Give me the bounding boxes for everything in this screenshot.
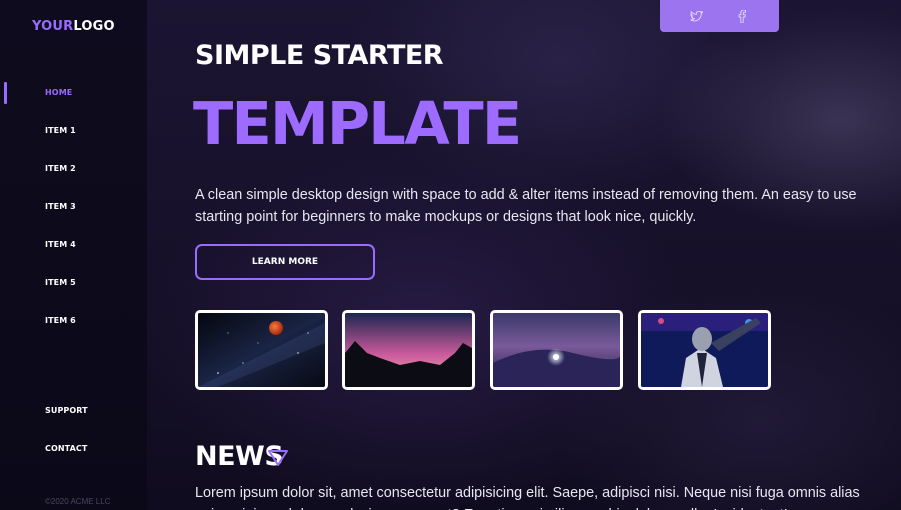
nav-item-home[interactable]: HOME — [45, 88, 72, 97]
chevron-down-icon[interactable] — [267, 449, 289, 467]
snow-night-thumbnail[interactable] — [490, 310, 623, 390]
logo[interactable]: YOURLOGO — [32, 19, 115, 34]
neon-portrait-thumbnail[interactable] — [638, 310, 771, 390]
twitter-icon[interactable] — [690, 9, 704, 23]
copyright-text: ©2020 ACME LLC — [45, 497, 111, 506]
mountain-sunset-thumbnail[interactable] — [342, 310, 475, 390]
facebook-icon[interactable] — [735, 9, 749, 23]
logo-rest: LOGO — [73, 19, 115, 34]
nav-item-2[interactable]: ITEM 2 — [45, 164, 76, 173]
learn-more-button[interactable]: LEARN MORE — [195, 244, 375, 280]
nav-item-5[interactable]: ITEM 5 — [45, 278, 76, 287]
active-nav-indicator — [4, 82, 7, 104]
hero-description: A clean simple desktop design with space… — [195, 187, 857, 225]
social-bar — [660, 0, 779, 32]
nav-item-3[interactable]: ITEM 3 — [45, 202, 76, 211]
sidebar: YOURLOGO HOME ITEM 1 ITEM 2 ITEM 3 ITEM … — [0, 0, 147, 510]
nav-item-1[interactable]: ITEM 1 — [45, 126, 76, 135]
nav-item-contact[interactable]: CONTACT — [45, 444, 87, 453]
space-galaxy-thumbnail[interactable] — [195, 310, 328, 390]
logo-accent: YOUR — [32, 19, 74, 34]
news-body: Lorem ipsum dolor sit, amet consectetur … — [195, 485, 860, 510]
nav-item-6[interactable]: ITEM 6 — [45, 316, 76, 325]
nav-item-4[interactable]: ITEM 4 — [45, 240, 76, 249]
hero-subtitle: SIMPLE STARTER — [195, 40, 444, 71]
hero-title: TEMPLATE — [193, 89, 522, 158]
nav-item-support[interactable]: SUPPORT — [45, 406, 88, 415]
